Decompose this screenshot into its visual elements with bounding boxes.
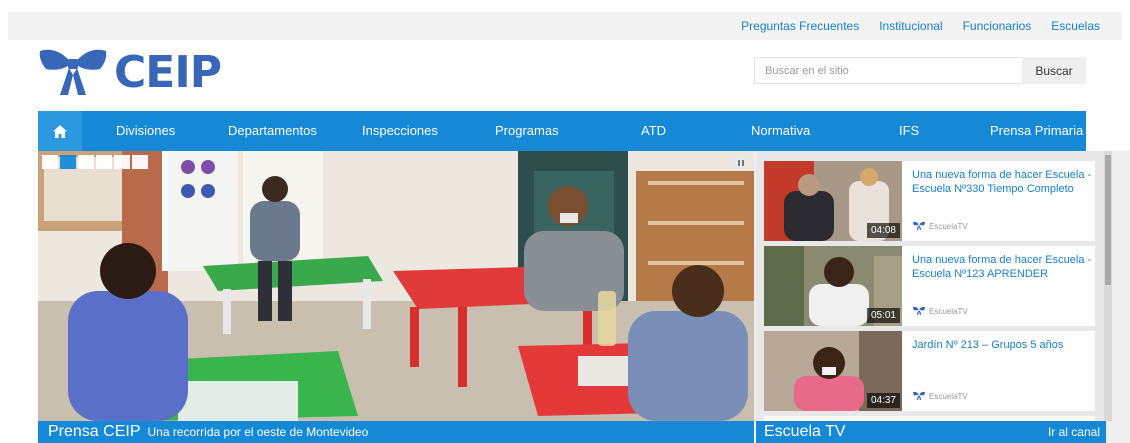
- search-input[interactable]: [754, 57, 1022, 84]
- site-logo[interactable]: CEIP: [38, 44, 222, 102]
- video-title[interactable]: Jardín Nº 213 – Grupos 5 años: [912, 338, 1092, 352]
- video-thumbnail[interactable]: 05:01: [764, 246, 902, 326]
- top-links: Preguntas Frecuentes Institucional Funci…: [741, 12, 1100, 40]
- slider-dot[interactable]: [78, 155, 94, 169]
- video-brand-label: EscuelaTV: [929, 391, 968, 401]
- video-card[interactable]: 04:08 Una nueva forma de hacer Escuela -…: [764, 161, 1095, 241]
- main-nav: Divisiones Departamentos Inspecciones Pr…: [38, 111, 1086, 151]
- slider-dots: [42, 155, 148, 169]
- tv-section-title: Escuela TV: [764, 423, 846, 440]
- page: Preguntas Frecuentes Institucional Funci…: [0, 0, 1130, 443]
- video-list-scrollbar[interactable]: [1104, 151, 1112, 421]
- slider-dot-active[interactable]: [60, 155, 76, 169]
- nav-item-ifs[interactable]: IFS: [899, 123, 919, 138]
- nav-item-divisiones[interactable]: Divisiones: [116, 123, 175, 138]
- home-icon: [53, 124, 67, 138]
- video-thumbnail[interactable]: 04:08: [764, 161, 902, 241]
- hero-image: [38, 151, 754, 421]
- video-brand: EscuelaTV: [912, 391, 968, 401]
- nav-item-departamentos[interactable]: Departamentos: [228, 123, 317, 138]
- video-thumbnail[interactable]: 04:37: [764, 331, 902, 411]
- video-card[interactable]: 05:01 Una nueva forma de hacer Escuela -…: [764, 246, 1095, 326]
- top-link-escuelas[interactable]: Escuelas: [1051, 19, 1100, 33]
- pause-icon: [738, 160, 740, 166]
- nav-item-programas[interactable]: Programas: [495, 123, 559, 138]
- logo-text: CEIP: [114, 47, 222, 98]
- nav-item-normativa[interactable]: Normativa: [751, 123, 810, 138]
- pause-button[interactable]: [734, 156, 748, 170]
- video-brand: EscuelaTV: [912, 306, 968, 316]
- slider-dot[interactable]: [96, 155, 112, 169]
- video-duration: 05:01: [866, 308, 900, 323]
- search-button[interactable]: Buscar: [1022, 57, 1086, 84]
- tv-caption-bar: Escuela TV Ir al canal: [756, 421, 1106, 443]
- hero-caption-bar[interactable]: Prensa CEIP Una recorrida por el oeste d…: [38, 421, 754, 443]
- hero-section-title: Prensa CEIP: [48, 423, 141, 440]
- video-brand-label: EscuelaTV: [929, 221, 968, 231]
- top-link-faq[interactable]: Preguntas Frecuentes: [741, 19, 859, 33]
- nav-item-atd[interactable]: ATD: [641, 123, 666, 138]
- video-brand-label: EscuelaTV: [929, 306, 968, 316]
- hero-caption[interactable]: Una recorrida por el oeste de Montevideo: [147, 425, 368, 439]
- top-link-funcionarios[interactable]: Funcionarios: [963, 19, 1032, 33]
- video-title[interactable]: Una nueva forma de hacer Escuela - Escue…: [912, 168, 1092, 196]
- nav-item-prensa-primaria[interactable]: Prensa Primaria: [990, 123, 1083, 138]
- top-bar: Preguntas Frecuentes Institucional Funci…: [8, 12, 1122, 40]
- video-brand: EscuelaTV: [912, 221, 968, 231]
- scrollbar-thumb[interactable]: [1105, 155, 1111, 285]
- bow-logo-icon: [913, 221, 925, 230]
- bow-logo-icon: [39, 49, 107, 95]
- video-duration: 04:08: [866, 223, 900, 238]
- caption-divider: [754, 425, 755, 441]
- video-duration: 04:37: [866, 393, 900, 408]
- nav-item-inspecciones[interactable]: Inspecciones: [362, 123, 438, 138]
- nav-home[interactable]: [38, 111, 82, 151]
- video-title[interactable]: Una nueva forma de hacer Escuela - Escue…: [912, 253, 1092, 281]
- tv-channel-link[interactable]: Ir al canal: [1048, 425, 1100, 439]
- hero-slideshow[interactable]: [38, 151, 754, 421]
- bow-logo-icon: [913, 391, 925, 400]
- slider-dot[interactable]: [42, 155, 58, 169]
- top-link-institucional[interactable]: Institucional: [879, 19, 942, 33]
- slider-dot[interactable]: [132, 155, 148, 169]
- slider-dot[interactable]: [114, 155, 130, 169]
- search-form: Buscar: [754, 57, 1086, 84]
- video-card[interactable]: 04:37 Jardín Nº 213 – Grupos 5 años Escu…: [764, 331, 1095, 411]
- bow-logo-icon: [913, 306, 925, 315]
